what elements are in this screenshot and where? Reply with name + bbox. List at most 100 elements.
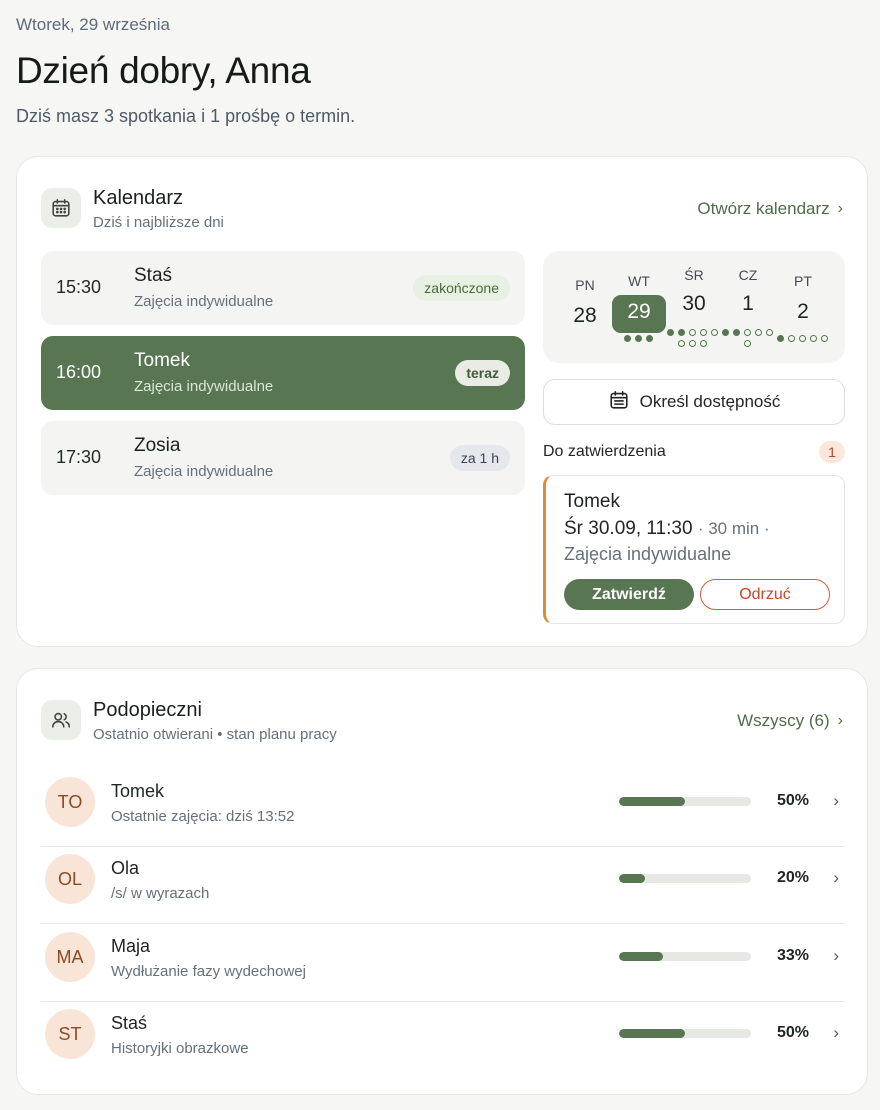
day-date: 2 bbox=[797, 300, 809, 323]
chevron-right-icon: › bbox=[837, 712, 843, 729]
week-day-today[interactable]: WT 29 bbox=[612, 273, 666, 324]
progress-bar bbox=[619, 1029, 751, 1038]
week-day[interactable]: ŚR 30 bbox=[667, 267, 721, 316]
chevron-right-icon: › bbox=[833, 946, 839, 965]
clients-subtitle: Ostatnio otwierani • stan planu pracy bbox=[93, 726, 337, 743]
calendar-subtitle: Dziś i najbliższe dni bbox=[93, 214, 224, 231]
progress-bar bbox=[619, 952, 751, 961]
reject-button[interactable]: Odrzuć bbox=[700, 579, 830, 610]
day-name: PN bbox=[575, 277, 595, 293]
open-calendar-label: Otwórz kalendarz bbox=[697, 199, 830, 218]
client-name: Tomek bbox=[111, 781, 165, 801]
appointment-dot bbox=[624, 335, 631, 342]
free-slot-dot bbox=[788, 335, 795, 342]
appointment-item[interactable]: 17:30 Zosia Zajęcia indywidualne za 1 h bbox=[41, 421, 525, 495]
free-slot-dot bbox=[700, 340, 707, 347]
appointment-dot bbox=[678, 329, 685, 336]
request-datetime: Śr 30.09, 11:30 bbox=[564, 518, 693, 539]
client-name: Maja bbox=[111, 936, 151, 956]
free-slot-dot bbox=[744, 340, 751, 347]
status-badge: zakończone bbox=[413, 275, 510, 301]
progress-fill bbox=[619, 1029, 685, 1038]
progress-fill bbox=[619, 797, 685, 806]
week-day[interactable]: PN 28 bbox=[558, 277, 612, 328]
free-slot-dot bbox=[689, 329, 696, 336]
appointment-kind: Zajęcia indywidualne bbox=[134, 463, 274, 480]
week-day[interactable]: CZ 1 bbox=[721, 267, 775, 316]
free-slot-dot bbox=[689, 340, 696, 347]
appointment-kind: Zajęcia indywidualne bbox=[134, 378, 274, 395]
free-slot-dot bbox=[766, 329, 773, 336]
day-name: CZ bbox=[738, 267, 758, 283]
chevron-right-icon: › bbox=[837, 200, 843, 217]
day-name: PT bbox=[794, 273, 812, 289]
progress-fill bbox=[619, 952, 663, 961]
clients-title: Podopieczni bbox=[93, 699, 202, 721]
client-status: Historyjki obrazkowe bbox=[111, 1040, 249, 1057]
free-slot-dot bbox=[711, 329, 718, 336]
appointment-dot bbox=[646, 335, 653, 342]
appointment-kind: Zajęcia indywidualne bbox=[134, 293, 274, 310]
day-name: ŚR bbox=[684, 267, 704, 283]
request-kind: Zajęcia indywidualne bbox=[564, 544, 732, 564]
appointment-dot bbox=[667, 329, 674, 336]
appointment-time: 17:30 bbox=[56, 447, 102, 467]
client-row[interactable]: TO Tomek Ostatnie zajęcia: dziś 13:52 50… bbox=[41, 770, 845, 847]
appointment-name: Zosia bbox=[134, 435, 181, 456]
client-name: Ola bbox=[111, 858, 140, 878]
free-slot-dot bbox=[744, 329, 751, 336]
pending-count-badge: 1 bbox=[819, 441, 845, 463]
date-line: Wtorek, 29 września bbox=[16, 15, 170, 34]
chevron-right-icon: › bbox=[833, 868, 839, 887]
status-badge: teraz bbox=[455, 360, 510, 386]
client-row[interactable]: MA Maja Wydłużanie fazy wydechowej 33% › bbox=[41, 925, 845, 1002]
client-status: Wydłużanie fazy wydechowej bbox=[111, 963, 306, 980]
day-date: 29 bbox=[627, 300, 651, 323]
users-icon bbox=[41, 700, 81, 740]
client-name: Staś bbox=[111, 1013, 148, 1033]
day-date: 28 bbox=[573, 304, 597, 327]
request-duration: · 30 min · bbox=[697, 519, 770, 538]
day-date: 30 bbox=[682, 292, 706, 315]
request-name: Tomek bbox=[564, 491, 620, 512]
progress-percent: 33% bbox=[776, 947, 809, 964]
all-clients-link[interactable]: Wszyscy (6) › bbox=[737, 711, 843, 731]
progress-percent: 50% bbox=[776, 792, 809, 809]
greeting: Dzień dobry, Anna bbox=[16, 50, 311, 91]
appointment-dot bbox=[733, 329, 740, 336]
progress-percent: 50% bbox=[776, 1024, 809, 1041]
calendar-title: Kalendarz bbox=[93, 187, 184, 209]
appointment-dot bbox=[722, 329, 729, 336]
all-clients-label: Wszyscy (6) bbox=[737, 711, 830, 730]
progress-bar bbox=[619, 797, 751, 806]
appointment-item-current[interactable]: 16:00 Tomek Zajęcia indywidualne teraz bbox=[41, 336, 525, 410]
pending-request-card: Tomek Śr 30.09, 11:30 · 30 min · Zajęcia… bbox=[543, 475, 845, 624]
free-slot-dot bbox=[810, 335, 817, 342]
day-summary: Dziś masz 3 spotkania i 1 prośbę o termi… bbox=[16, 106, 356, 126]
progress-bar bbox=[619, 874, 751, 883]
free-slot-dot bbox=[678, 340, 685, 347]
set-availability-button[interactable]: Określ dostępność bbox=[543, 379, 845, 425]
calendar-icon bbox=[41, 188, 81, 228]
appointment-time: 15:30 bbox=[56, 277, 102, 297]
appointment-time: 16:00 bbox=[56, 362, 102, 382]
appointment-item[interactable]: 15:30 Staś Zajęcia indywidualne zakończo… bbox=[41, 251, 525, 325]
week-day[interactable]: PT 2 bbox=[776, 273, 830, 324]
calendar-icon bbox=[608, 389, 630, 416]
open-calendar-link[interactable]: Otwórz kalendarz › bbox=[697, 199, 843, 219]
approve-button[interactable]: Zatwierdź bbox=[564, 579, 694, 610]
free-slot-dot bbox=[821, 335, 828, 342]
day-date: 1 bbox=[742, 292, 754, 315]
client-row[interactable]: ST Staś Historyjki obrazkowe 50% › bbox=[41, 1002, 845, 1079]
progress-percent: 20% bbox=[776, 869, 809, 886]
clients-card: Podopieczni Ostatnio otwierani • stan pl… bbox=[16, 668, 868, 1095]
free-slot-dot bbox=[700, 329, 707, 336]
avatar: MA bbox=[45, 932, 95, 982]
chevron-right-icon: › bbox=[833, 1023, 839, 1042]
pending-title: Do zatwierdzenia bbox=[543, 443, 666, 460]
client-row[interactable]: OL Ola /s/ w wyrazach 20% › bbox=[41, 847, 845, 924]
progress-fill bbox=[619, 874, 646, 883]
set-availability-label: Określ dostępność bbox=[639, 392, 781, 411]
week-strip: PN 28 WT 29 ŚR 30 CZ 1 PT 2 bbox=[543, 251, 845, 363]
appointment-name: Tomek bbox=[134, 350, 190, 371]
